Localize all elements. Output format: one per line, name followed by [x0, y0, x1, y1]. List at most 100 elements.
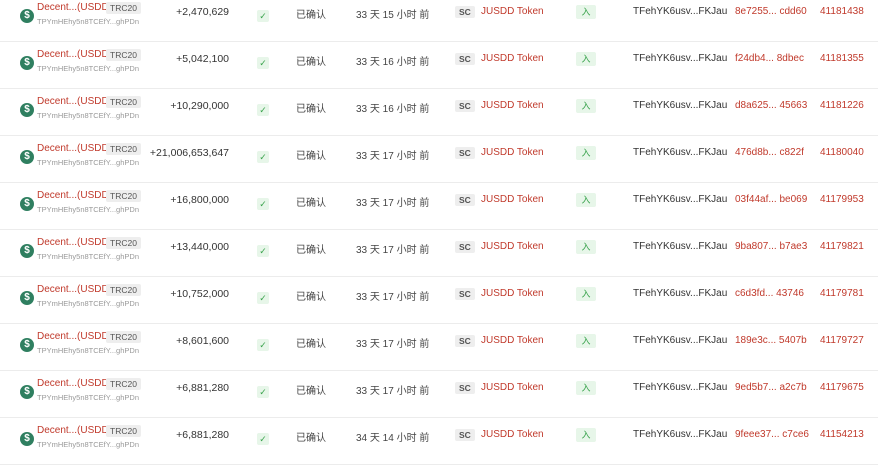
- token-address: TPYmHEhy5n8TCEfY...ghPDn: [37, 64, 139, 73]
- contract-name-link[interactable]: JUSDD Token: [481, 288, 544, 299]
- contract-name-link[interactable]: JUSDD Token: [481, 100, 544, 111]
- contract-name-link[interactable]: JUSDD Token: [481, 382, 544, 393]
- age: 33 天 17 小时 前: [356, 386, 430, 397]
- token-name-link[interactable]: Decent...(USDD): [37, 49, 112, 60]
- tx-hash-link[interactable]: 9feee37... c7ce6: [735, 429, 809, 440]
- from-address[interactable]: TFehYK6usv...FKJau: [633, 288, 727, 299]
- contract-name-link[interactable]: JUSDD Token: [481, 147, 544, 158]
- age: 34 天 14 小时 前: [356, 433, 430, 444]
- contract-name-link[interactable]: JUSDD Token: [481, 194, 544, 205]
- token-address: TPYmHEhy5n8TCEfY...ghPDn: [37, 346, 139, 355]
- from-address[interactable]: TFehYK6usv...FKJau: [633, 6, 727, 17]
- contract-name-link[interactable]: JUSDD Token: [481, 335, 544, 346]
- contract-type-badge: SC: [455, 429, 475, 441]
- contract-type-badge: SC: [455, 241, 475, 253]
- block-link[interactable]: 41181226: [820, 100, 864, 111]
- checkmark-icon: ✓: [257, 433, 269, 445]
- token-name-link[interactable]: Decent...(USDD): [37, 96, 112, 107]
- token-standard-badge: TRC20: [106, 49, 141, 61]
- direction-badge: 入: [576, 381, 596, 395]
- from-address[interactable]: TFehYK6usv...FKJau: [633, 335, 727, 346]
- table-row: $ Decent...(USDD) TRC20 TPYmHEhy5n8TCEfY…: [0, 277, 878, 324]
- tx-hash-link[interactable]: 8e7255... cdd60: [735, 6, 807, 17]
- direction-badge: 入: [576, 5, 596, 19]
- token-address: TPYmHEhy5n8TCEfY...ghPDn: [37, 205, 139, 214]
- token-name-link[interactable]: Decent...(USDD): [37, 143, 112, 154]
- block-link[interactable]: 41179781: [820, 288, 864, 299]
- status-text: 已确认: [296, 57, 326, 68]
- from-address[interactable]: TFehYK6usv...FKJau: [633, 194, 727, 205]
- tx-hash-link[interactable]: 03f44af... be069: [735, 194, 807, 205]
- direction-badge: 入: [576, 99, 596, 113]
- contract-name-link[interactable]: JUSDD Token: [481, 6, 544, 17]
- token-name-link[interactable]: Decent...(USDD): [37, 378, 112, 389]
- block-link[interactable]: 41180040: [820, 147, 864, 158]
- token-address: TPYmHEhy5n8TCEfY...ghPDn: [37, 111, 139, 120]
- from-address[interactable]: TFehYK6usv...FKJau: [633, 53, 727, 64]
- from-address[interactable]: TFehYK6usv...FKJau: [633, 147, 727, 158]
- token-standard-badge: TRC20: [106, 96, 141, 108]
- tx-hash-link[interactable]: 9ba807... b7ae3: [735, 241, 807, 252]
- tx-hash-link[interactable]: 189e3c... 5407b: [735, 335, 807, 346]
- token-address: TPYmHEhy5n8TCEfY...ghPDn: [37, 299, 139, 308]
- status-text: 已确认: [296, 104, 326, 115]
- amount: +13,440,000: [170, 241, 229, 253]
- token-standard-badge: TRC20: [106, 143, 141, 155]
- table-row: $ Decent...(USDD) TRC20 TPYmHEhy5n8TCEfY…: [0, 0, 878, 42]
- tx-hash-link[interactable]: 476d8b... c822f: [735, 147, 804, 158]
- token-address: TPYmHEhy5n8TCEfY...ghPDn: [37, 440, 139, 449]
- token-name-link[interactable]: Decent...(USDD): [37, 425, 112, 436]
- block-link[interactable]: 41154213: [820, 429, 864, 440]
- token-name-link[interactable]: Decent...(USDD): [37, 331, 112, 342]
- age: 33 天 17 小时 前: [356, 292, 430, 303]
- contract-name-link[interactable]: JUSDD Token: [481, 53, 544, 64]
- contract-type-badge: SC: [455, 194, 475, 206]
- token-name-link[interactable]: Decent...(USDD): [37, 284, 112, 295]
- checkmark-icon: ✓: [257, 10, 269, 22]
- table-row: $ Decent...(USDD) TRC20 TPYmHEhy5n8TCEfY…: [0, 183, 878, 230]
- token-address: TPYmHEhy5n8TCEfY...ghPDn: [37, 17, 139, 26]
- checkmark-icon: ✓: [257, 292, 269, 304]
- contract-type-badge: SC: [455, 6, 475, 18]
- contract-name-link[interactable]: JUSDD Token: [481, 241, 544, 252]
- tx-hash-link[interactable]: d8a625... 45663: [735, 100, 807, 111]
- checkmark-icon: ✓: [257, 104, 269, 116]
- token-address: TPYmHEhy5n8TCEfY...ghPDn: [37, 252, 139, 261]
- from-address[interactable]: TFehYK6usv...FKJau: [633, 100, 727, 111]
- block-link[interactable]: 41179821: [820, 241, 864, 252]
- usdd-coin-icon: $: [20, 197, 34, 211]
- usdd-coin-icon: $: [20, 9, 34, 23]
- from-address[interactable]: TFehYK6usv...FKJau: [633, 241, 727, 252]
- tx-hash-link[interactable]: f24db4... 8dbec: [735, 53, 804, 64]
- from-address[interactable]: TFehYK6usv...FKJau: [633, 429, 727, 440]
- token-standard-badge: TRC20: [106, 425, 141, 437]
- block-link[interactable]: 41181355: [820, 53, 864, 64]
- age: 33 天 16 小时 前: [356, 57, 430, 68]
- tx-hash-link[interactable]: 9ed5b7... a2c7b: [735, 382, 807, 393]
- table-row: $ Decent...(USDD) TRC20 TPYmHEhy5n8TCEfY…: [0, 230, 878, 277]
- block-link[interactable]: 41179953: [820, 194, 864, 205]
- from-address[interactable]: TFehYK6usv...FKJau: [633, 382, 727, 393]
- amount: +10,752,000: [170, 288, 229, 300]
- amount: +5,042,100: [176, 53, 229, 65]
- token-name-link[interactable]: Decent...(USDD): [37, 2, 112, 13]
- block-link[interactable]: 41181438: [820, 6, 864, 17]
- direction-badge: 入: [576, 428, 596, 442]
- tx-hash-link[interactable]: c6d3fd... 43746: [735, 288, 804, 299]
- usdd-coin-icon: $: [20, 244, 34, 258]
- contract-type-badge: SC: [455, 335, 475, 347]
- age: 33 天 15 小时 前: [356, 10, 430, 21]
- contract-type-badge: SC: [455, 53, 475, 65]
- token-name-link[interactable]: Decent...(USDD): [37, 237, 112, 248]
- checkmark-icon: ✓: [257, 245, 269, 257]
- status-text: 已确认: [296, 10, 326, 21]
- usdd-coin-icon: $: [20, 385, 34, 399]
- token-standard-badge: TRC20: [106, 237, 141, 249]
- block-link[interactable]: 41179675: [820, 382, 864, 393]
- block-link[interactable]: 41179727: [820, 335, 864, 346]
- usdd-coin-icon: $: [20, 56, 34, 70]
- token-name-link[interactable]: Decent...(USDD): [37, 190, 112, 201]
- token-address: TPYmHEhy5n8TCEfY...ghPDn: [37, 393, 139, 402]
- contract-name-link[interactable]: JUSDD Token: [481, 429, 544, 440]
- age: 33 天 17 小时 前: [356, 198, 430, 209]
